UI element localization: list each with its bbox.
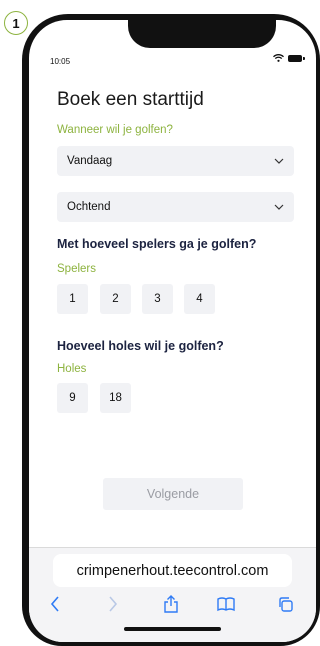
players-option-3[interactable]: 3 <box>142 284 173 314</box>
wifi-icon <box>273 54 284 62</box>
holes-question: Hoeveel holes wil je golfen? <box>57 339 224 353</box>
page-title: Boek een starttijd <box>57 89 204 110</box>
forward-icon[interactable] <box>107 594 119 614</box>
holes-label: Holes <box>57 363 87 375</box>
daypart-select[interactable]: Ochtend <box>57 192 294 222</box>
tabs-icon[interactable] <box>277 594 295 614</box>
bookmarks-icon[interactable] <box>216 594 236 614</box>
players-option-2[interactable]: 2 <box>100 284 131 314</box>
battery-icon <box>288 54 305 62</box>
status-icons <box>273 54 305 62</box>
url-bar[interactable]: crimpenerhout.teecontrol.com <box>53 554 292 587</box>
players-option-4[interactable]: 4 <box>184 284 215 314</box>
status-time: 10:05 <box>50 57 71 66</box>
holes-option-18[interactable]: 18 <box>100 383 131 413</box>
phone-screen: 10:05 Boek een starttijd Wanneer wil je … <box>29 20 316 642</box>
chevron-down-icon <box>274 158 284 164</box>
share-icon[interactable] <box>162 594 180 614</box>
holes-option-9[interactable]: 9 <box>57 383 88 413</box>
players-question: Met hoeveel spelers ga je golfen? <box>57 237 257 251</box>
step-number-badge: 1 <box>4 11 28 35</box>
back-icon[interactable] <box>49 594 61 614</box>
day-select[interactable]: Vandaag <box>57 146 294 176</box>
daypart-select-value: Ochtend <box>67 201 111 213</box>
chevron-down-icon <box>274 204 284 210</box>
players-label: Spelers <box>57 263 96 275</box>
home-indicator <box>124 627 221 631</box>
phone-notch <box>128 20 276 48</box>
players-option-1[interactable]: 1 <box>57 284 88 314</box>
next-button[interactable]: Volgende <box>103 478 243 510</box>
when-label: Wanneer wil je golfen? <box>57 124 173 136</box>
day-select-value: Vandaag <box>67 155 113 167</box>
